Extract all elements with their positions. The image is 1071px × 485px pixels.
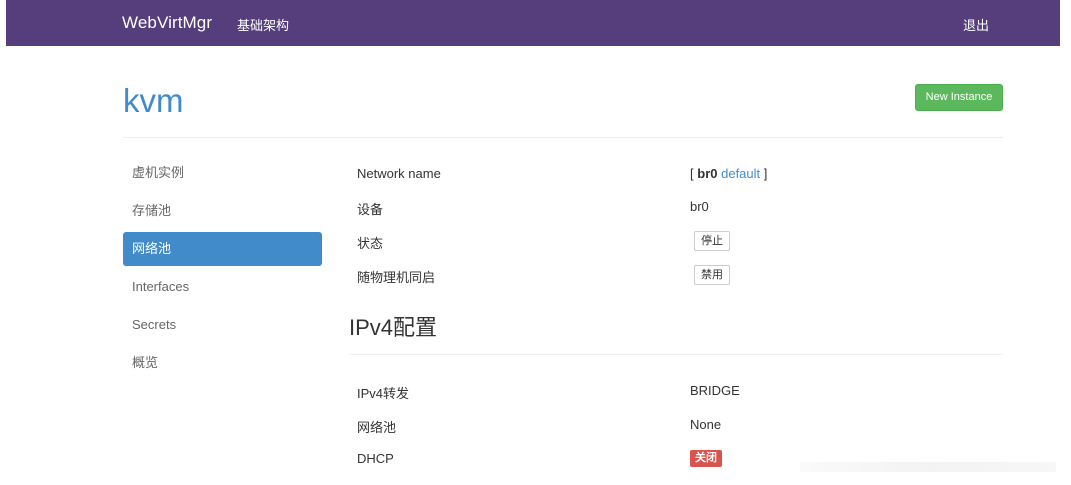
sidebar-nav: 虚机实例 存储池 网络池 Interfaces Secrets 概览 (123, 156, 322, 384)
stop-button[interactable]: 停止 (694, 231, 730, 251)
ipv4-section-title: IPv4配置 (349, 315, 438, 340)
sidebar-item-storage[interactable]: 存储池 (123, 194, 322, 228)
autostart-label: 随物理机同启 (357, 270, 436, 285)
ipv4-pool-label: 网络池 (357, 420, 397, 435)
bracket-close: ] (763, 166, 768, 181)
network-name-label: Network name (357, 166, 441, 181)
nav-infrastructure-link[interactable]: 基础架构 (237, 15, 289, 34)
sidebar-item-overview[interactable]: 概览 (123, 346, 322, 380)
bracket-open: [ (690, 166, 694, 181)
device-label: 设备 (357, 202, 384, 217)
network-name: br0 (697, 166, 718, 181)
bottom-fade (800, 462, 1056, 472)
logout-link[interactable]: 退出 (963, 15, 989, 34)
dhcp-status-badge: 关闭 (690, 450, 722, 467)
network-name-value: [ br0 default ] (690, 166, 767, 181)
network-default-link[interactable]: default (721, 166, 760, 181)
top-navbar: WebVirtMgr 基础架构 退出 (6, 0, 1060, 46)
dhcp-label: DHCP (357, 451, 394, 466)
sidebar-item-instances[interactable]: 虚机实例 (123, 156, 322, 190)
device-value: br0 (690, 199, 709, 214)
new-instance-button[interactable]: New Instance (915, 84, 1003, 111)
sidebar-item-interfaces[interactable]: Interfaces (123, 270, 322, 304)
sidebar-item-networks[interactable]: 网络池 (123, 232, 322, 266)
ipv4-forward-value: BRIDGE (690, 383, 740, 398)
page-title: kvm (123, 82, 184, 119)
ipv4-forward-label: IPv4转发 (357, 386, 410, 401)
sidebar-item-secrets[interactable]: Secrets (123, 308, 322, 342)
header-divider (123, 137, 1003, 138)
autostart-disable-button[interactable]: 禁用 (694, 265, 730, 285)
state-label: 状态 (357, 236, 384, 251)
section-divider (349, 354, 1003, 355)
brand-link[interactable]: WebVirtMgr (122, 13, 212, 33)
ipv4-pool-value: None (690, 417, 722, 432)
